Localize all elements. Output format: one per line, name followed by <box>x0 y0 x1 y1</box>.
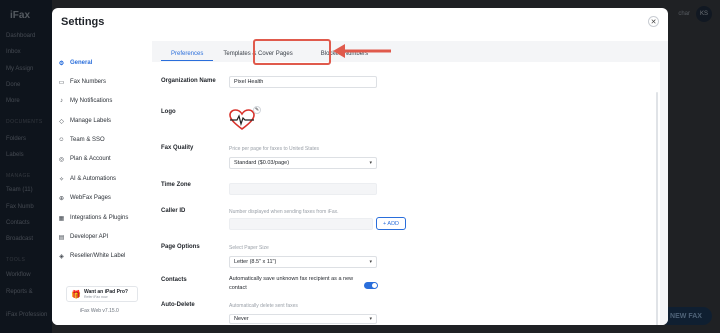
scrollbar[interactable] <box>656 92 658 325</box>
nav-item-label: General <box>70 60 93 66</box>
nav-item-plan-account[interactable]: ◎ Plan & Account <box>58 154 150 164</box>
nav-item-label: Integrations & Plugins <box>70 215 129 221</box>
page-options-label: Page Options <box>161 244 200 250</box>
nav-item-manage-labels[interactable]: ◇ Manage Labels <box>58 116 150 126</box>
contacts-description: Automatically save unknown fax recipient… <box>229 276 354 291</box>
tab-preferences[interactable]: Preferences <box>161 47 214 61</box>
gift-icon: 🎁 <box>71 289 81 299</box>
bell-icon: ♪ <box>60 98 63 104</box>
nav-item-webfax-pages[interactable]: ⊕ WebFax Pages <box>58 193 150 203</box>
tab-bar: Preferences Templates & Cover Pages Bloc… <box>161 47 666 63</box>
fax-quality-label: Fax Quality <box>161 145 194 151</box>
nav-item-label: Fax Numbers <box>70 79 107 85</box>
contacts-label: Contacts <box>161 277 187 283</box>
contacts-toggle[interactable] <box>364 282 378 289</box>
auto-delete-select[interactable]: Never ▾ <box>229 314 377 324</box>
time-zone-field[interactable] <box>229 183 377 195</box>
auto-delete-value: Never <box>234 316 249 322</box>
nav-item-label: Team & SSO <box>70 137 105 143</box>
nav-item-label: AI & Automations <box>70 176 117 182</box>
auto-delete-hint: Automatically delete sent faxes <box>229 303 298 309</box>
promo-subtitle: Refer iFax now <box>83 295 108 299</box>
highlight-box <box>253 39 331 65</box>
nav-item-developer-api[interactable]: ▤ Developer API <box>58 232 150 242</box>
caller-id-label: Caller ID <box>161 208 186 214</box>
chevron-down-icon: ▾ <box>369 160 372 166</box>
gear-icon: ⚙ <box>58 60 65 67</box>
fax-quality-value: Standard ($0.03/page) <box>234 160 290 166</box>
fax-quality-hint: Price per page for faxes to United State… <box>229 146 320 152</box>
nav-item-label: Manage Labels <box>70 118 112 124</box>
settings-content: Preferences Templates & Cover Pages Bloc… <box>152 41 668 325</box>
modal-title: Settings <box>61 16 105 28</box>
nav-item-label: Plan & Account <box>70 156 111 162</box>
page-options-hint: Select Paper Size <box>229 245 269 251</box>
heart-logo-icon <box>229 109 255 131</box>
add-caller-id-button[interactable]: + ADD <box>376 217 406 230</box>
code-icon: ▤ <box>58 234 65 241</box>
version-label: iFax Web v7.15.0 <box>80 308 119 314</box>
promo-text: Want an iPad Pro? Refer iFax now <box>84 289 128 299</box>
app: iFax Dashboard Inbox My Assign Done More… <box>0 0 720 333</box>
ai-icon: ✧ <box>58 176 65 183</box>
preferences-panel: Organization Name Pixel Health Logo ✎ Fa… <box>152 62 660 325</box>
settings-nav: ⚙ General ▭ Fax Numbers ♪ My Notifications … <box>52 46 152 325</box>
caller-id-hint: Number displayed when sending faxes from… <box>229 209 339 215</box>
chevron-down-icon: ▾ <box>369 316 372 322</box>
nav-item-notifications[interactable]: ♪ My Notifications <box>58 96 150 106</box>
chevron-down-icon: ▾ <box>369 259 372 265</box>
close-icon[interactable]: ✕ <box>648 16 659 27</box>
nav-item-label: Developer API <box>70 234 109 240</box>
org-name-field[interactable]: Pixel Health <box>229 76 377 88</box>
arrow-left-icon <box>333 44 391 58</box>
fax-quality-select[interactable]: Standard ($0.03/page) ▾ <box>229 157 377 169</box>
page-options-value: Letter (8.5" x 11") <box>234 259 277 265</box>
promo-card[interactable]: 🎁 Want an iPad Pro? Refer iFax now <box>66 286 138 302</box>
plugin-icon: ▦ <box>58 215 65 222</box>
org-name-label: Organization Name <box>161 78 216 84</box>
auto-delete-label: Auto-Delete <box>161 302 195 308</box>
nav-item-fax-numbers[interactable]: ▭ Fax Numbers <box>58 77 150 87</box>
page-options-select[interactable]: Letter (8.5" x 11") ▾ <box>229 256 377 268</box>
globe-icon: ⊕ <box>58 195 65 202</box>
time-zone-label: Time Zone <box>161 182 191 188</box>
nav-item-integrations[interactable]: ▦ Integrations & Plugins <box>58 213 150 223</box>
fax-icon: ▭ <box>58 79 65 86</box>
nav-item-general[interactable]: ⚙ General <box>58 58 150 68</box>
nav-item-ai-automations[interactable]: ✧ AI & Automations <box>58 174 150 184</box>
nav-item-reseller[interactable]: ◈ Reseller/White Label <box>58 251 150 261</box>
nav-item-team-sso[interactable]: ☺ Team & SSO <box>58 135 150 145</box>
nav-item-label: My Notifications <box>70 98 113 104</box>
nav-item-label: WebFax Pages <box>70 195 111 201</box>
edit-logo-icon[interactable]: ✎ <box>253 106 261 114</box>
team-icon: ☺ <box>58 137 65 143</box>
tag-icon: ◈ <box>59 253 64 260</box>
logo-label: Logo <box>161 109 176 115</box>
plan-icon: ◎ <box>58 156 65 163</box>
nav-item-label: Reseller/White Label <box>70 253 126 259</box>
tag-icon: ◇ <box>59 118 64 125</box>
caller-id-field[interactable] <box>229 218 373 230</box>
